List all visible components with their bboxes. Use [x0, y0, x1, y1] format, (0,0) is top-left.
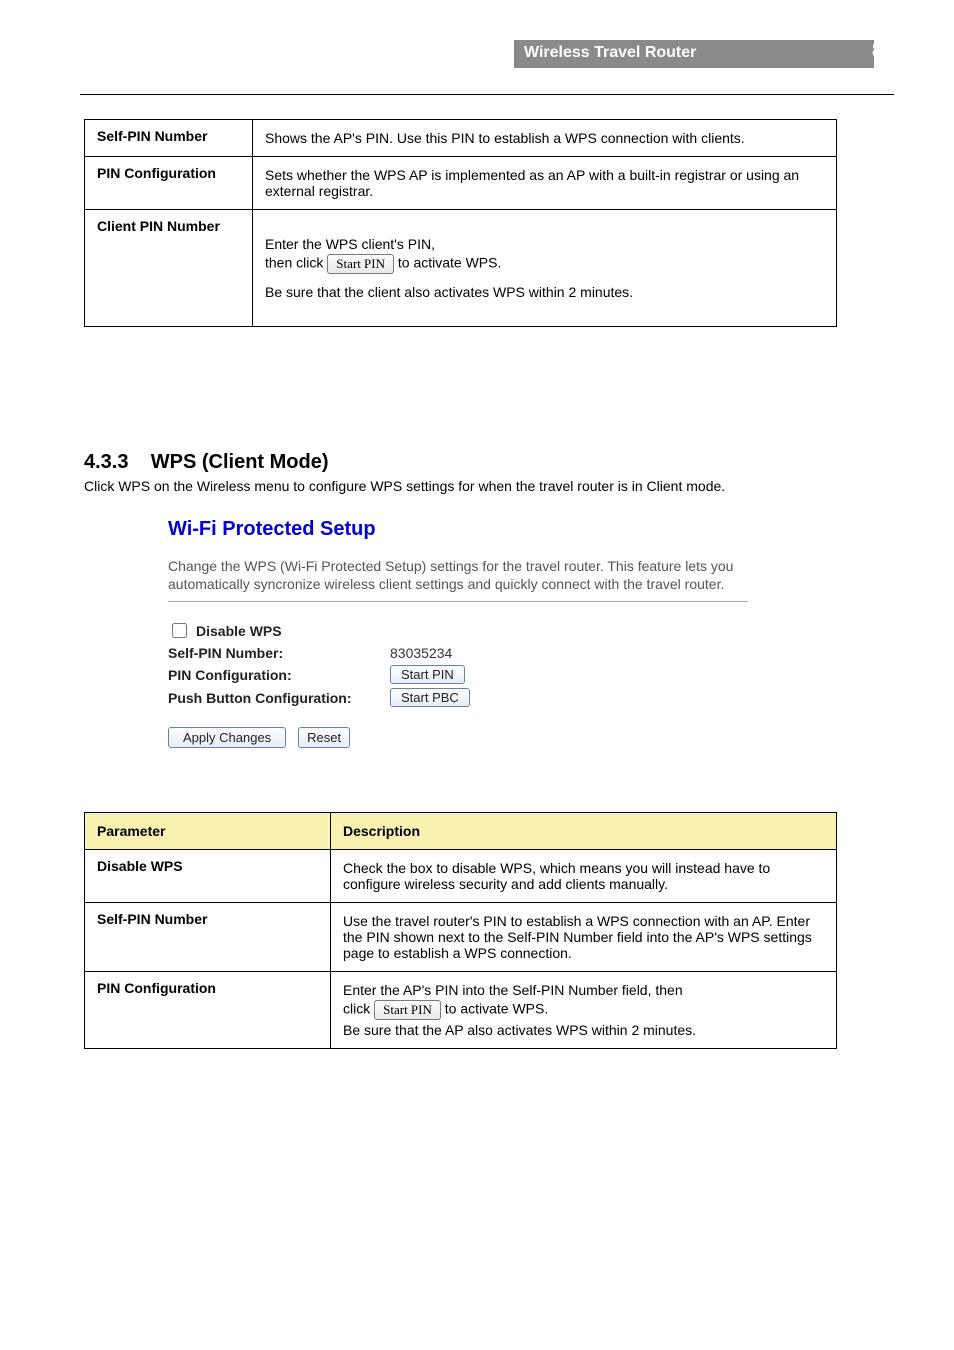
- param-desc: Shows the AP's PIN. Use this PIN to esta…: [253, 120, 837, 157]
- desc-line: Enter the AP's PIN into the Self-PIN Num…: [343, 982, 826, 998]
- desc-line: click Start PIN to activate WPS.: [343, 1000, 826, 1020]
- action-button-row: Apply Changes Reset: [168, 727, 780, 748]
- start-pin-button-image: Start PIN: [374, 1000, 441, 1020]
- param-table-bottom: Parameter Description Disable WPS Check …: [84, 812, 837, 1049]
- heading-text: WPS (Client Mode): [151, 451, 329, 473]
- param-label: PIN Configuration: [85, 157, 253, 210]
- start-pin-button-image: Start PIN: [327, 254, 394, 274]
- pbc-label: Push Button Configuration:: [168, 690, 390, 706]
- desc-text: click: [343, 1001, 374, 1017]
- section-intro: Click WPS on the Wireless menu to config…: [84, 478, 894, 494]
- pin-config-label: PIN Configuration:: [168, 667, 390, 683]
- self-pin-row: Self-PIN Number: 83035234: [168, 645, 780, 661]
- reset-button[interactable]: Reset: [298, 727, 350, 748]
- desc-text: to activate WPS.: [398, 255, 501, 271]
- desc-text: then click: [265, 255, 327, 271]
- start-pbc-button[interactable]: Start PBC: [390, 688, 470, 707]
- param-table-top: Self-PIN Number Shows the AP's PIN. Use …: [84, 119, 837, 327]
- table-row: PIN Configuration Sets whether the WPS A…: [85, 157, 837, 210]
- pin-config-row: PIN Configuration: Start PIN: [168, 665, 780, 684]
- pbc-row: Push Button Configuration: Start PBC: [168, 688, 780, 707]
- desc-line: Be sure that the AP also activates WPS w…: [343, 1022, 826, 1038]
- disable-wps-label: Disable WPS: [196, 623, 282, 639]
- table-row: Client PIN Number Enter the WPS client's…: [85, 210, 837, 327]
- param-label: PIN Configuration: [85, 972, 331, 1049]
- screenshot-title: Wi-Fi Protected Setup: [168, 518, 780, 541]
- apply-changes-button[interactable]: Apply Changes: [168, 727, 286, 748]
- table-row: Disable WPS Check the box to disable WPS…: [85, 850, 837, 903]
- disable-wps-checkbox[interactable]: [172, 623, 187, 638]
- param-desc: Enter the AP's PIN into the Self-PIN Num…: [331, 972, 837, 1049]
- param-label: Self-PIN Number: [85, 903, 331, 972]
- start-pin-button[interactable]: Start PIN: [390, 665, 465, 684]
- table-header-row: Parameter Description: [85, 813, 837, 850]
- col-header-parameter: Parameter: [85, 813, 331, 850]
- col-header-description: Description: [331, 813, 837, 850]
- param-desc: Sets whether the WPS AP is implemented a…: [253, 157, 837, 210]
- desc-line: then click Start PIN to activate WPS.: [265, 254, 826, 274]
- table-row: Self-PIN Number Shows the AP's PIN. Use …: [85, 120, 837, 157]
- section-heading: 4.3.3 WPS (Client Mode): [84, 451, 894, 474]
- desc-line: Be sure that the client also activates W…: [265, 284, 826, 300]
- param-label: Self-PIN Number: [85, 120, 253, 157]
- param-desc: Enter the WPS client's PIN, then click S…: [253, 210, 837, 327]
- param-desc: Use the travel router's PIN to establish…: [331, 903, 837, 972]
- screenshot-separator: [168, 601, 748, 602]
- table-row: PIN Configuration Enter the AP's PIN int…: [85, 972, 837, 1049]
- page-header: Wireless Travel Router 82: [80, 40, 894, 80]
- desc-line: Enter the WPS client's PIN,: [265, 236, 826, 252]
- param-desc: Check the box to disable WPS, which mean…: [331, 850, 837, 903]
- desc-text: to activate WPS.: [445, 1001, 548, 1017]
- header-title: Wireless Travel Router: [514, 40, 706, 66]
- self-pin-label: Self-PIN Number:: [168, 645, 390, 661]
- table-row: Self-PIN Number Use the travel router's …: [85, 903, 837, 972]
- wps-settings-screenshot: Wi-Fi Protected Setup Change the WPS (Wi…: [168, 518, 780, 748]
- page-number: 82: [872, 40, 894, 63]
- disable-wps-row: Disable WPS: [168, 620, 780, 641]
- header-rule: [80, 94, 894, 95]
- param-label: Client PIN Number: [85, 210, 253, 327]
- param-label: Disable WPS: [85, 850, 331, 903]
- heading-number: 4.3.3: [84, 451, 128, 473]
- self-pin-value: 83035234: [390, 645, 452, 661]
- screenshot-desc: Change the WPS (Wi-Fi Protected Setup) s…: [168, 557, 748, 593]
- header-title-bar: Wireless Travel Router: [514, 40, 874, 68]
